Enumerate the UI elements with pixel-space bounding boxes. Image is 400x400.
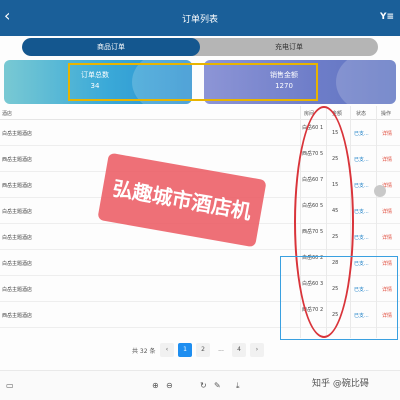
total-count: 共 32 条 — [132, 348, 156, 355]
detail-link[interactable]: 详情 — [382, 156, 392, 163]
col-status: 状态 — [356, 111, 367, 117]
rotate-icon[interactable]: ↻ — [200, 381, 207, 390]
status-cell: 已支... — [354, 157, 369, 163]
tab-charging-orders[interactable]: 充电订单 — [200, 38, 378, 56]
page-4-button[interactable]: 4 — [232, 343, 246, 357]
page-1-button[interactable]: 1 — [178, 343, 192, 357]
detail-link[interactable]: 详情 — [382, 234, 392, 241]
hotel-cell: 白岳主题酒店 — [2, 131, 33, 137]
hotel-cell: 白岳主题酒店 — [2, 261, 33, 267]
col-hotel: 酒店 — [2, 111, 13, 117]
card-decoration — [336, 60, 396, 104]
download-icon[interactable]: ⤓ — [236, 381, 240, 391]
detail-link[interactable]: 详情 — [382, 208, 392, 215]
annotation-yellow-box — [68, 63, 318, 101]
detail-link[interactable]: 详情 — [382, 130, 392, 137]
pagination: 共 32 条 ‹ 1 2 ... 4 › — [0, 341, 400, 359]
hotel-cell: 西岳主题酒店 — [2, 313, 33, 319]
order-type-tabs: 商品订单 充电订单 — [22, 38, 378, 56]
annotation-blue-box — [280, 256, 398, 340]
filter-icon[interactable]: Y≡ — [380, 12, 394, 22]
zoom-in-icon[interactable]: ⊕ — [152, 381, 159, 390]
status-cell: 已支... — [354, 131, 369, 137]
edit-icon[interactable]: ✎ — [214, 381, 221, 390]
hotel-cell: 西岳主题酒店 — [2, 183, 33, 189]
app-header: ‹ 订单列表 Y≡ — [0, 0, 400, 36]
scroll-handle[interactable] — [374, 185, 386, 197]
zoom-out-icon[interactable]: ⊖ — [166, 381, 173, 390]
next-page-button[interactable]: › — [250, 343, 264, 357]
hotel-cell: 白岳主题酒店 — [2, 209, 33, 215]
screen-icon[interactable]: ▭ — [6, 381, 14, 390]
tab-goods-orders[interactable]: 商品订单 — [22, 38, 200, 56]
hotel-cell: 白岳主题酒店 — [2, 287, 33, 293]
zhihu-watermark: 知乎 @碗比碍 — [312, 379, 369, 389]
hotel-cell: 西岳主题酒店 — [2, 157, 33, 163]
status-cell: 已支... — [354, 235, 369, 241]
hotel-cell: 白岳主题酒店 — [2, 235, 33, 241]
col-action: 操作 — [381, 111, 392, 117]
page-title: 订单列表 — [181, 15, 218, 25]
status-cell: 已支... — [354, 209, 369, 215]
prev-page-button[interactable]: ‹ — [160, 343, 174, 357]
table-header: 酒店 房间 金额 状态 操作 — [0, 106, 400, 120]
page-2-button[interactable]: 2 — [196, 343, 210, 357]
app-root: { "header": { "title": "订单列表", "back_ico… — [0, 0, 400, 400]
page-ellipsis: ... — [218, 346, 224, 353]
status-cell: 已支... — [354, 183, 369, 189]
